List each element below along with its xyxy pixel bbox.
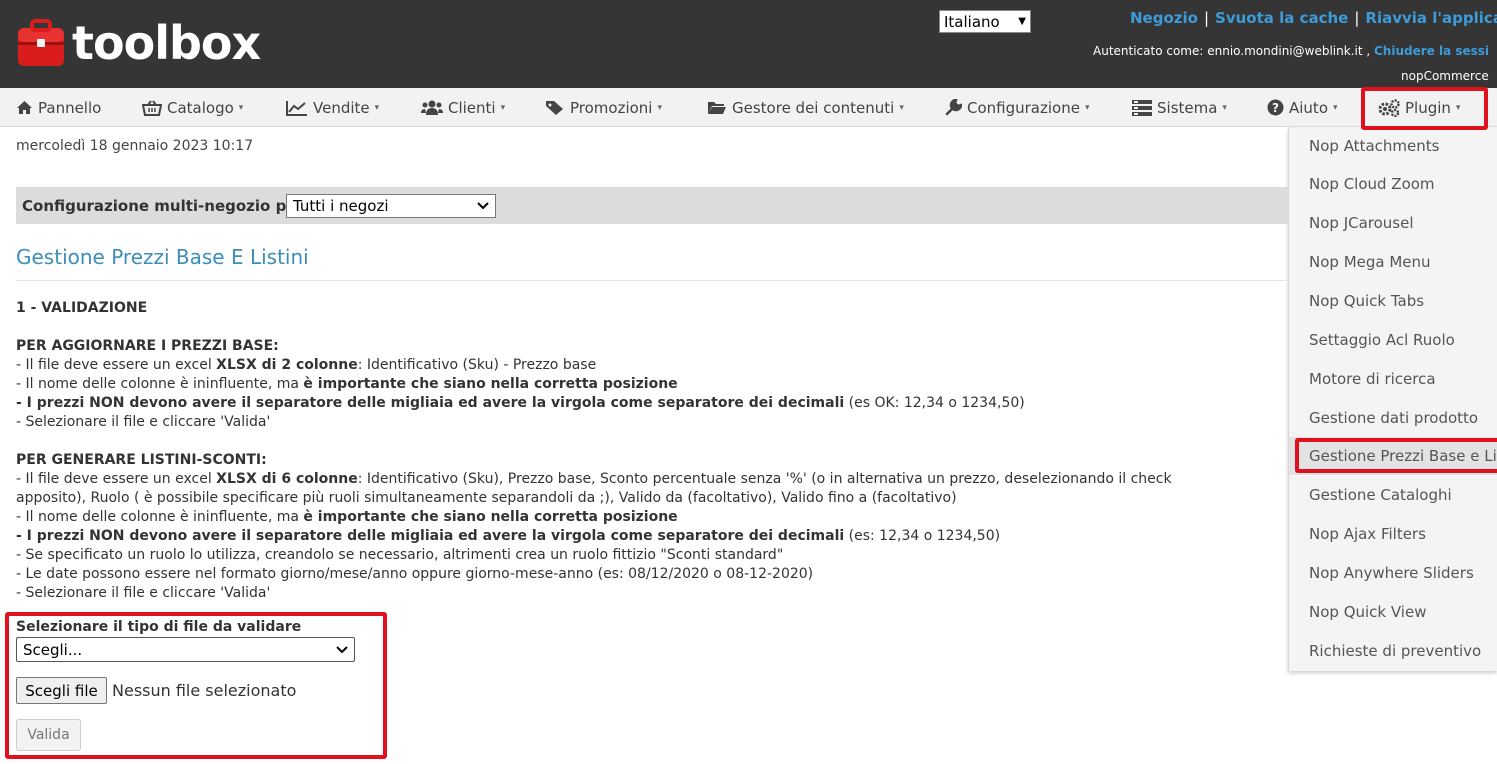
line-chart-icon: [286, 100, 307, 116]
nav-item-aiuto[interactable]: ? Aiuto ▾: [1267, 88, 1338, 127]
chevron-down-icon: ▾: [374, 102, 380, 113]
lists-line-2: - Il nome delle colonne è ininfluente, m…: [16, 509, 678, 525]
chevron-down-icon: ▾: [1333, 102, 1338, 113]
store-label: Configurazione multi-negozio per: [22, 197, 304, 215]
page-title: Gestione Prezzi Base E Listini: [16, 245, 309, 269]
nav-item-promozioni[interactable]: Promozioni ▾: [545, 88, 662, 127]
link-store[interactable]: Negozio: [1130, 9, 1198, 27]
base-line-4: - Selezionare il file e cliccare 'Valida…: [16, 414, 271, 430]
chevron-down-icon: ▾: [1222, 102, 1227, 113]
validate-button[interactable]: Valida: [16, 719, 81, 751]
menu-item-cataloghi[interactable]: Gestione Cataloghi: [1309, 486, 1452, 504]
chevron-down-icon: ▾: [657, 102, 663, 113]
section-heading: 1 - VALIDAZIONE: [16, 300, 148, 316]
menu-item-motore-ricerca[interactable]: Motore di ricerca: [1309, 370, 1436, 388]
lists-line-3: - I prezzi NON devono avere il separator…: [16, 528, 1001, 544]
top-links: Negozio | Svuota la cache | Riavvia l'applic…: [1130, 9, 1497, 27]
link-clear-cache[interactable]: Svuota la cache: [1215, 9, 1348, 27]
chevron-down-icon: ▾: [238, 102, 244, 113]
nav-item-catalogo[interactable]: Catalogo ▾: [142, 88, 243, 127]
file-type-select[interactable]: Scegli...: [16, 637, 355, 662]
nav-item-contenuti[interactable]: Gestore dei contenuti ▾: [707, 88, 904, 127]
menu-item-dati-prodotto[interactable]: Gestione dati prodotto: [1309, 409, 1478, 427]
lists-line-1: - Il file deve essere un excel XLSX di 6…: [16, 471, 1172, 487]
auth-text: Autenticato come: ennio.mondini@weblink.…: [1093, 44, 1371, 58]
logo-text: toolbox: [72, 16, 261, 70]
multistore-bar: Configurazione multi-negozio per Tutti i…: [16, 187, 1288, 224]
chevron-down-icon: ▾: [500, 102, 506, 113]
nav-item-vendite[interactable]: Vendite ▾: [286, 88, 379, 127]
nav-label: Catalogo: [167, 98, 234, 117]
plugin-dropdown-menu: Nop Attachments Nop Cloud Zoom Nop JCaro…: [1288, 127, 1497, 671]
nav-label: Aiuto: [1289, 98, 1328, 117]
server-icon: [1132, 99, 1152, 116]
menu-item-nop-attachments[interactable]: Nop Attachments: [1309, 137, 1439, 155]
chevron-down-icon: ▼: [1018, 16, 1026, 27]
store-value: Tutti i negozi: [293, 197, 389, 215]
file-status: Nessun file selezionato: [112, 681, 297, 700]
choose-file-button[interactable]: Scegli file: [16, 677, 107, 704]
toolbox-icon: [16, 18, 66, 68]
highlight-plugin-nav: [1361, 87, 1488, 130]
logout-link[interactable]: Chiudere la sessi: [1374, 44, 1489, 58]
nav-label: Gestore dei contenuti: [732, 98, 895, 117]
link-restart-app[interactable]: Riavvia l'applicazio: [1365, 9, 1497, 27]
menu-item-nop-mega-menu[interactable]: Nop Mega Menu: [1309, 253, 1431, 271]
file-type-label: Selezionare il tipo di file da validare: [16, 619, 302, 635]
base-line-2: - Il nome delle colonne è ininfluente, m…: [16, 376, 678, 392]
current-date: mercoledì 18 gennaio 2023 10:17: [16, 138, 254, 154]
wrench-icon: [945, 99, 962, 116]
nav-item-sistema[interactable]: Sistema ▾: [1132, 88, 1227, 127]
menu-item-nop-quick-tabs[interactable]: Nop Quick Tabs: [1309, 292, 1424, 310]
lists-line-1b: apposito), Ruolo ( è possibile specifica…: [16, 490, 957, 506]
lists-heading: PER GENERARE LISTINI-SCONTI:: [16, 452, 267, 468]
toolbox-logo[interactable]: toolbox: [16, 16, 261, 70]
auth-info: Autenticato come: ennio.mondini@weblink.…: [1093, 44, 1489, 58]
base-line-3: - I prezzi NON devono avere il separator…: [16, 395, 1025, 411]
chevron-down-icon: ▾: [899, 102, 904, 113]
nav-label: Promozioni: [570, 98, 653, 117]
chevron-down-icon: [336, 645, 348, 653]
home-icon: [17, 101, 32, 114]
top-header: toolbox Italiano ▼ Negozio | Svuota la cac…: [0, 0, 1497, 88]
highlight-prezzi-base-item: [1295, 438, 1497, 473]
menu-item-preventivo[interactable]: Richieste di preventivo: [1309, 642, 1481, 660]
version-text: nopCommerce: [1401, 69, 1489, 83]
svg-text:?: ?: [1272, 101, 1279, 115]
nav-label: Sistema: [1157, 98, 1218, 117]
nav-item-pannello[interactable]: Pannello: [16, 88, 101, 127]
lists-line-5: - Le date possono essere nel formato gio…: [16, 566, 814, 582]
users-icon: [421, 100, 443, 115]
nav-label: Clienti: [448, 98, 496, 117]
menu-item-quick-view[interactable]: Nop Quick View: [1309, 603, 1426, 621]
menu-item-anywhere-sliders[interactable]: Nop Anywhere Sliders: [1309, 564, 1474, 582]
file-type-value: Scegli...: [23, 640, 83, 659]
chevron-down-icon: ▾: [1084, 102, 1090, 113]
nav-item-clienti[interactable]: Clienti ▾: [421, 88, 505, 127]
chevron-down-icon: [477, 202, 489, 210]
folder-icon: [708, 102, 726, 114]
nav-label: Pannello: [38, 98, 102, 117]
basket-icon: [142, 99, 162, 116]
nav-item-configurazione[interactable]: Configurazione ▾: [945, 88, 1089, 127]
tag-icon: [546, 100, 563, 115]
main-nav: Pannello Catalogo ▾ Vendite ▾ Clienti ▾ Pro…: [0, 88, 1497, 127]
question-icon: ?: [1267, 99, 1284, 116]
menu-item-nop-cloud-zoom[interactable]: Nop Cloud Zoom: [1309, 175, 1435, 193]
lists-line-6: - Selezionare il file e cliccare 'Valida…: [16, 585, 271, 601]
menu-item-nop-jcarousel[interactable]: Nop JCarousel: [1309, 214, 1414, 232]
menu-item-acl-ruolo[interactable]: Settaggio Acl Ruolo: [1309, 331, 1455, 349]
store-select[interactable]: Tutti i negozi: [286, 194, 496, 218]
title-divider: [16, 280, 1288, 281]
base-line-1: - Il file deve essere un excel XLSX di 2…: [16, 357, 597, 373]
language-select[interactable]: Italiano ▼: [939, 10, 1031, 33]
nav-label: Configurazione: [967, 98, 1080, 117]
language-value: Italiano: [944, 12, 1000, 31]
menu-item-ajax-filters[interactable]: Nop Ajax Filters: [1309, 525, 1426, 543]
base-heading: PER AGGIORNARE I PREZZI BASE:: [16, 338, 279, 354]
lists-line-4: - Se specificato un ruolo lo utilizza, c…: [16, 547, 784, 563]
nav-label: Vendite: [313, 98, 370, 117]
